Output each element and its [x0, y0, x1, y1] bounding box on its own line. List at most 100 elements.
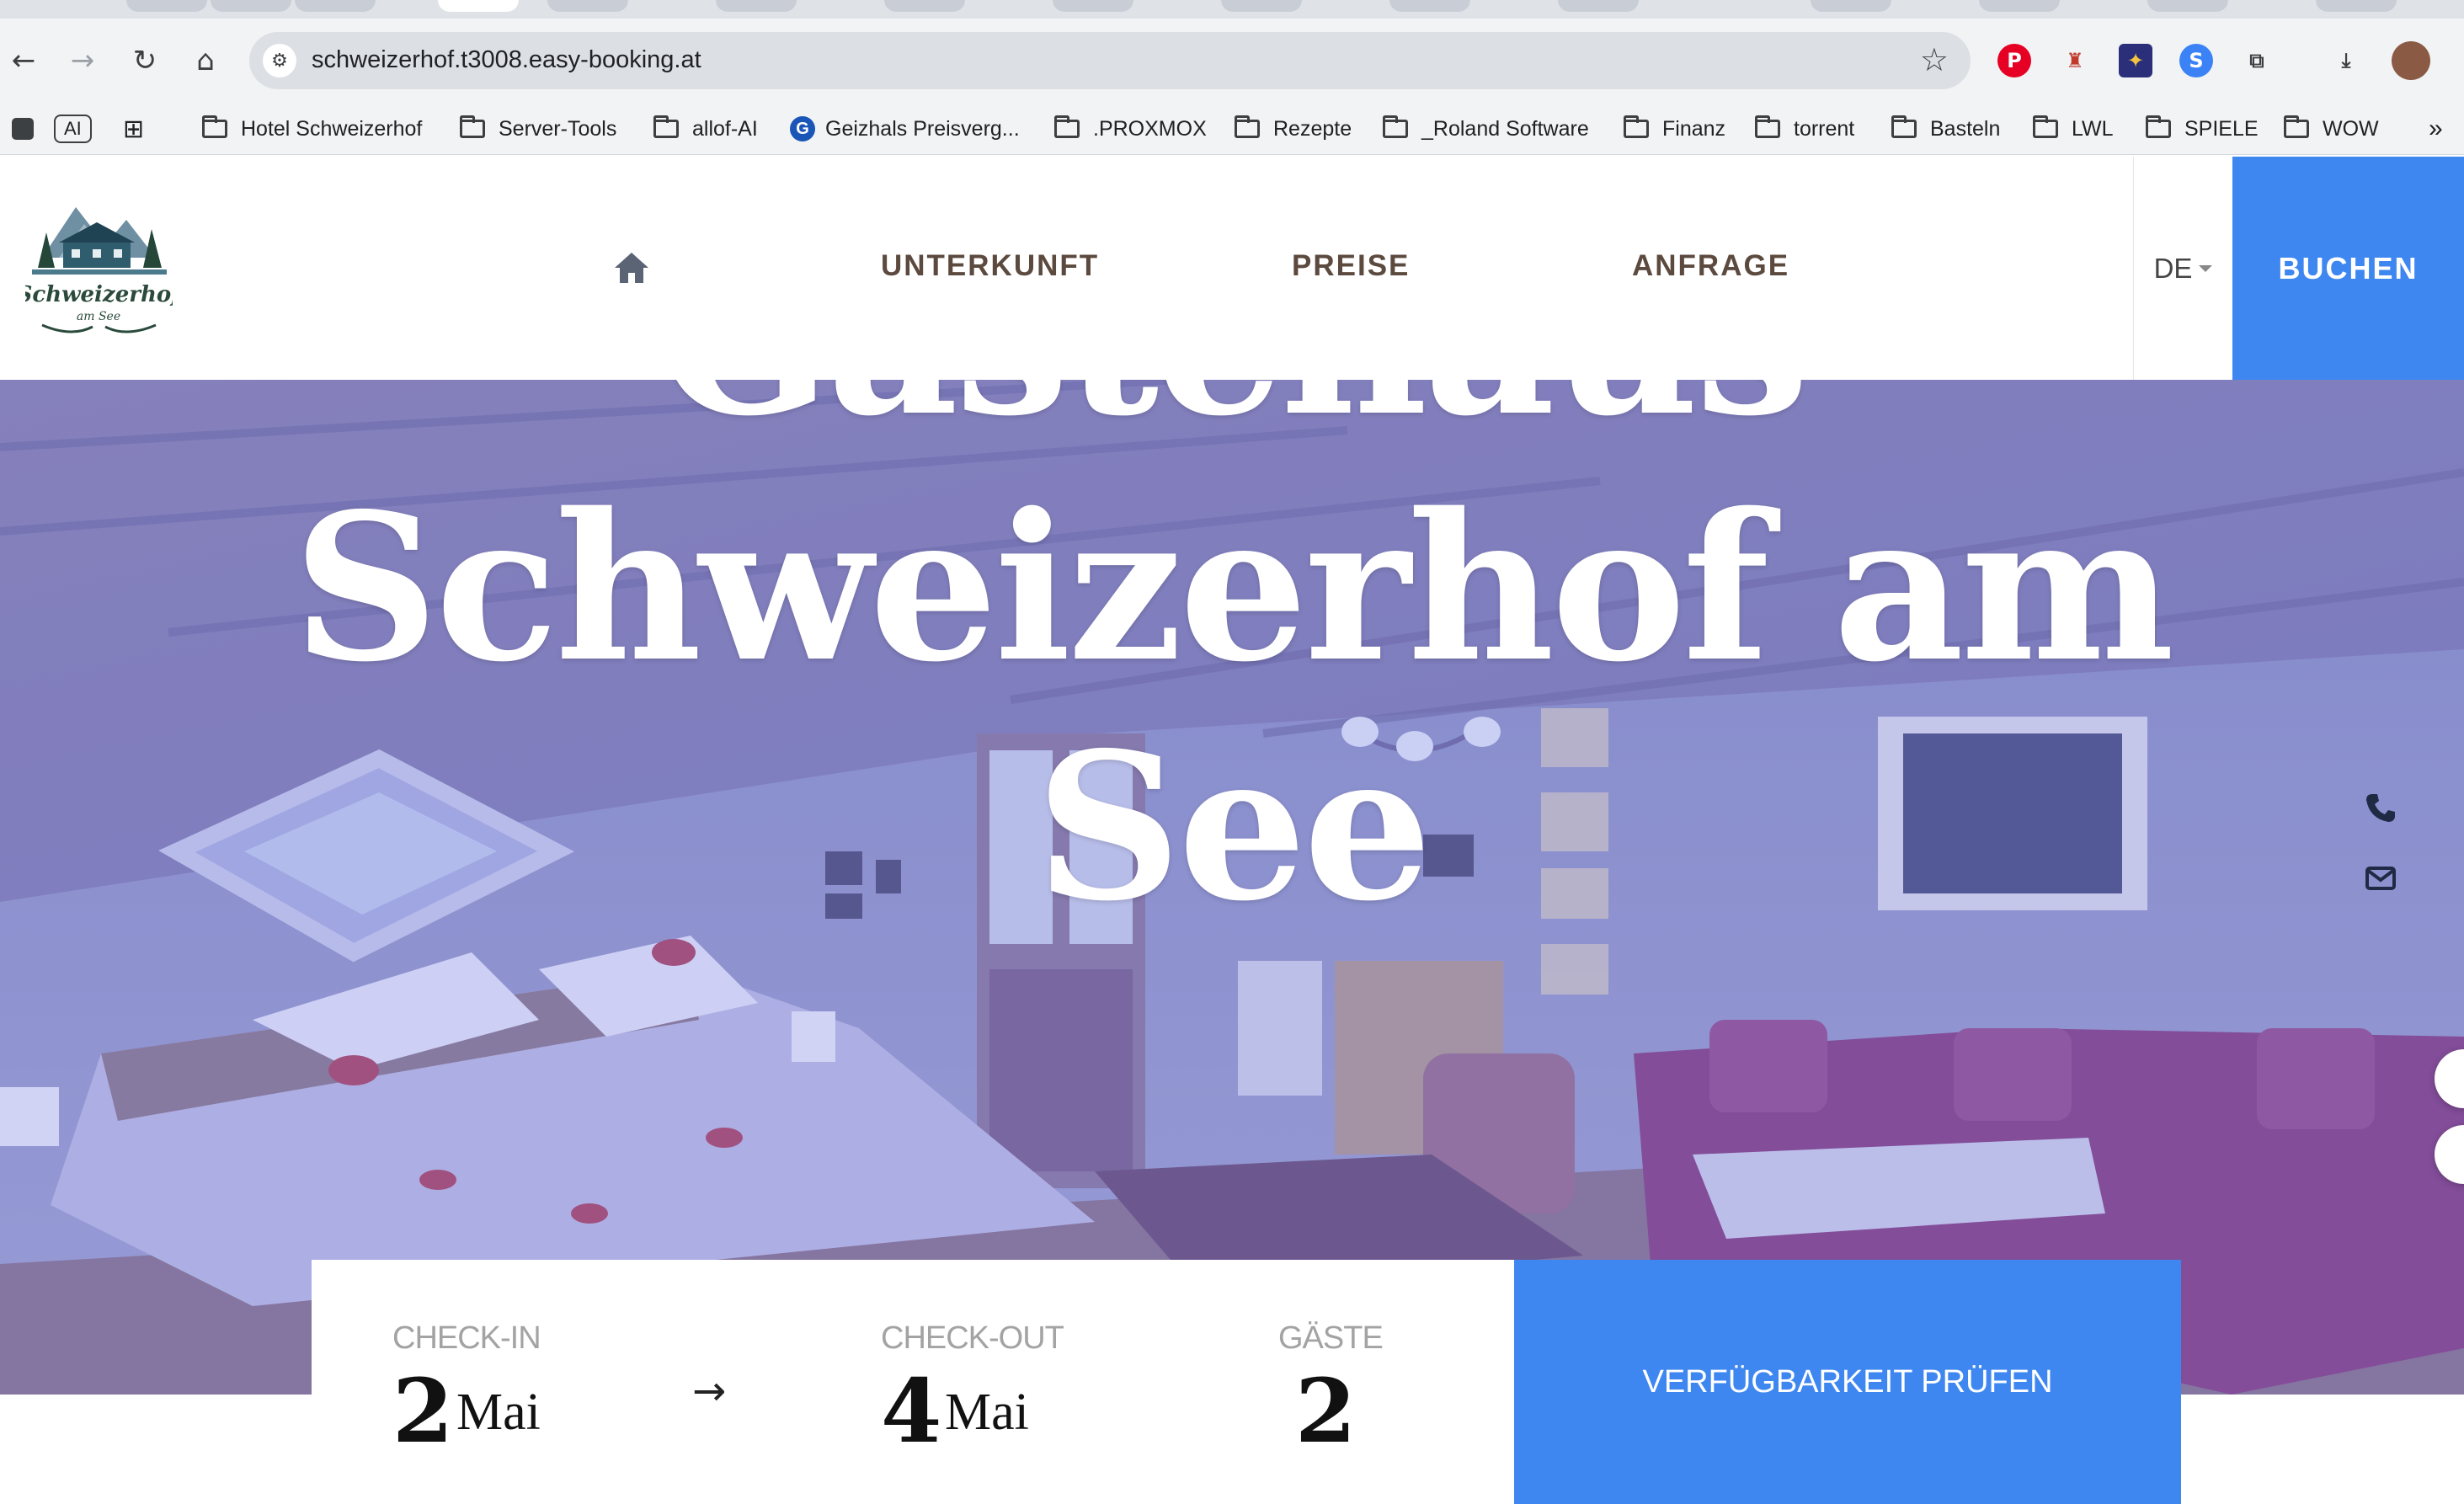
browser-tab[interactable]	[1221, 0, 1302, 12]
bookmark-apps[interactable]	[12, 113, 34, 145]
browser-tab[interactable]	[2316, 0, 2397, 12]
extension-icon[interactable]: S	[2179, 44, 2213, 77]
reload-icon[interactable]: ↻	[126, 42, 163, 79]
bookmark-folder[interactable]: Finanz	[1624, 113, 1725, 145]
language-selector[interactable]: DE	[2133, 157, 2232, 380]
checkout-day: 4	[881, 1359, 942, 1463]
browser-tab[interactable]	[547, 0, 628, 12]
folder-icon	[202, 115, 227, 138]
bookmark-ai[interactable]: AI	[54, 113, 92, 145]
folder-icon	[1235, 115, 1260, 138]
browser-tab-active[interactable]	[438, 0, 519, 12]
forward-icon[interactable]: →	[64, 42, 101, 79]
bookmark-label: Rezepte	[1273, 116, 1352, 141]
bookmark-folder[interactable]: Basteln	[1891, 113, 2000, 145]
grid-icon[interactable]: ⊞	[123, 113, 144, 145]
bookmark-folder[interactable]: SPIELE	[2146, 113, 2259, 145]
bookmark-folder[interactable]: Server-Tools	[460, 113, 616, 145]
booking-bar: CHECK-IN 2 Mai → CHECK-OUT 4 Mai GÄSTE 2	[312, 1260, 1516, 1504]
browser-tab[interactable]	[1811, 0, 1891, 12]
nav-preise[interactable]: PREISE	[1292, 249, 1410, 283]
arrow-right-icon: →	[692, 1368, 727, 1415]
mail-icon[interactable]	[2362, 860, 2399, 897]
bookmark-label: _Roland Software	[1421, 116, 1589, 141]
nav-anfrage[interactable]: ANFRAGE	[1632, 249, 1789, 283]
folder-icon	[1054, 115, 1080, 138]
browser-tab[interactable]	[1389, 0, 1470, 12]
folder-icon	[1755, 115, 1780, 138]
browser-tab[interactable]	[716, 0, 797, 12]
bookmark-folder[interactable]: .PROXMOX	[1054, 113, 1207, 145]
browser-tab[interactable]	[884, 0, 965, 12]
folder-icon	[2033, 115, 2058, 138]
browser-tab[interactable]	[1979, 0, 2060, 12]
folder-icon	[460, 115, 485, 138]
pinterest-icon[interactable]: P	[1997, 44, 2031, 77]
folder-icon	[1624, 115, 1649, 138]
bookmark-label: SPIELE	[2184, 116, 2259, 141]
logo-subtext: am See	[77, 310, 120, 323]
bookmark-label: Geizhals Preisverg...	[825, 116, 1020, 141]
bookmark-folder[interactable]: Hotel Schweizerhof	[202, 113, 422, 145]
bookmark-star-icon[interactable]: ☆	[1920, 41, 1949, 78]
folder-icon	[1891, 115, 1917, 138]
checkin-month: Mai	[456, 1384, 541, 1441]
site-logo[interactable]: Schweizerhof am See	[17, 199, 184, 342]
tab-strip	[0, 0, 2464, 19]
checkout-label: CHECK-OUT	[881, 1320, 1064, 1356]
browser-tab[interactable]	[211, 0, 291, 12]
back-icon[interactable]: ←	[5, 42, 42, 79]
folder-icon	[1383, 115, 1408, 138]
browser-tab[interactable]	[126, 0, 207, 12]
browser-tab[interactable]	[1053, 0, 1133, 12]
logo-graphic: Schweizerhof am See	[17, 207, 184, 333]
folder-icon	[2284, 115, 2309, 138]
bookmark-folder[interactable]: _Roland Software	[1383, 113, 1589, 145]
bookmark-label: .PROXMOX	[1093, 116, 1207, 141]
bookmark-label: Basteln	[1930, 116, 2001, 141]
more-bookmarks-icon[interactable]: »	[2429, 113, 2443, 145]
book-button[interactable]: BUCHEN	[2232, 157, 2464, 380]
nav-unterkunft[interactable]: UNTERKUNFT	[881, 249, 1099, 283]
bookmark-folder[interactable]: WOW	[2284, 113, 2379, 145]
downloads-icon[interactable]: ⤓	[2329, 44, 2363, 77]
chevron-down-icon	[2199, 264, 2213, 272]
browser-tab[interactable]	[295, 0, 376, 12]
phone-icon[interactable]	[2362, 789, 2399, 826]
bookmark-label: WOW	[2323, 116, 2379, 141]
browser-tab[interactable]	[1558, 0, 1639, 12]
checkin-label: CHECK-IN	[392, 1320, 541, 1356]
bookmark-label: AI	[54, 115, 92, 143]
hero-title-line2: Schweizerhof am	[292, 469, 2175, 707]
bookmark-folder[interactable]: torrent	[1755, 113, 1854, 145]
extension-icon[interactable]: ✦	[2119, 44, 2152, 77]
bookmark-folder[interactable]: allof-AI	[653, 113, 758, 145]
home-icon[interactable]	[613, 249, 650, 286]
url-text[interactable]: schweizerhof.t3008.easy-booking.at	[312, 46, 701, 74]
bookmark-folder[interactable]: LWL	[2033, 113, 2114, 145]
bookmark-site[interactable]: G Geizhals Preisverg...	[790, 113, 1020, 145]
hero-title-line1: Gästehaus	[0, 380, 2464, 461]
bookmark-label: torrent	[1794, 116, 1855, 141]
site-header: Schweizerhof am See UNTERKUNFT PREISE AN…	[0, 157, 2464, 380]
site-settings-icon[interactable]: ⚙	[263, 44, 296, 77]
bookmark-folder[interactable]: Rezepte	[1235, 113, 1352, 145]
hero-section: Gästehaus Schweizerhof am See	[0, 380, 2464, 1395]
browser-tab[interactable]	[2147, 0, 2228, 12]
check-availability-button[interactable]: VERFÜGBARKEIT PRÜFEN	[1514, 1260, 2181, 1504]
bookmark-label: Server-Tools	[499, 116, 617, 141]
bookmark-label: Hotel Schweizerhof	[241, 116, 423, 141]
address-bar[interactable]: ⚙ schweizerhof.t3008.easy-booking.at ☆	[249, 32, 1971, 89]
puzzle-extensions-icon[interactable]: ⧉	[2240, 44, 2274, 77]
bookmark-label: allof-AI	[692, 116, 758, 141]
home-icon[interactable]: ⌂	[187, 42, 224, 79]
browser-toolbar: ← → ↻ ⌂ ⚙ schweizerhof.t3008.easy-bookin…	[0, 19, 2464, 103]
profile-avatar[interactable]	[2392, 41, 2430, 80]
geizhals-icon: G	[790, 116, 815, 141]
checkout-month: Mai	[945, 1384, 1029, 1441]
folder-icon	[653, 115, 679, 138]
logo-text: Schweizerhof	[25, 282, 173, 307]
folder-icon	[2146, 115, 2171, 138]
extension-icon[interactable]: ♜	[2058, 44, 2092, 77]
language-label: DE	[2153, 252, 2193, 284]
